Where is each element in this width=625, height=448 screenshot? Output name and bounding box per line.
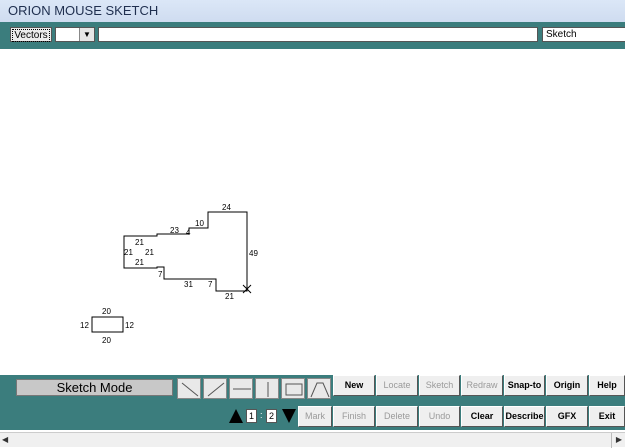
dim-label: 23 <box>170 226 179 235</box>
sketch-rectangle <box>91 316 124 333</box>
dim-label: 20 <box>102 336 111 345</box>
toolbar-edit: 1 : 2 Mark Finish Delete Undo Clear Desc… <box>0 402 625 430</box>
rectangle-button[interactable] <box>281 378 305 399</box>
horizontal-line-icon <box>233 388 251 390</box>
mode-label: Sketch Mode <box>16 379 173 396</box>
horizontal-line-button[interactable] <box>229 378 253 399</box>
sketch-button[interactable]: Sketch <box>419 375 460 396</box>
describe-button[interactable]: Describe <box>504 406 545 427</box>
peak-button[interactable] <box>307 378 331 399</box>
mark-button[interactable]: Mark <box>298 406 332 427</box>
dim-label: 21 <box>135 238 144 247</box>
command-input[interactable] <box>98 27 538 42</box>
toolbar-sketch: Sketch Mode New Locate Sketch Redraw Sna… <box>0 375 625 402</box>
vertical-line-button[interactable] <box>255 378 279 399</box>
sketch-canvas[interactable]: 24 49 23 4 10 21 21 21 21 7 31 7 21 20 1… <box>0 49 625 375</box>
page-down-icon[interactable] <box>282 409 296 423</box>
top-toolbar: Vectors ▼ Sketch <box>0 22 625 49</box>
dim-label: 10 <box>195 219 204 228</box>
dim-label: 7 <box>208 280 213 289</box>
diagonal-down-line-button[interactable] <box>177 378 201 399</box>
undo-button[interactable]: Undo <box>419 406 460 427</box>
origin-button[interactable]: Origin <box>546 375 588 396</box>
dim-label: 12 <box>125 321 134 330</box>
peak-icon <box>310 382 330 398</box>
mode-field: Sketch <box>542 27 625 42</box>
new-button[interactable]: New <box>333 375 375 396</box>
rectangle-icon <box>285 383 303 396</box>
delete-button[interactable]: Delete <box>376 406 418 427</box>
snap-to-button[interactable]: Snap-to <box>504 375 545 396</box>
scrollbar-divider <box>611 433 612 448</box>
page-b-field[interactable]: 2 <box>266 409 277 423</box>
exit-button[interactable]: Exit <box>589 406 625 427</box>
dim-label: 31 <box>184 280 193 289</box>
dim-label: 21 <box>124 248 133 257</box>
diagonal-up-line-button[interactable] <box>203 378 227 399</box>
vectors-button-label: Vectors <box>12 29 50 42</box>
scroll-left-icon[interactable]: ◀ <box>2 435 8 444</box>
chevron-down-icon[interactable]: ▼ <box>79 28 94 41</box>
vertical-line-icon <box>267 382 269 397</box>
redraw-button[interactable]: Redraw <box>461 375 503 396</box>
gfx-button[interactable]: GFX <box>546 406 588 427</box>
page-separator: : <box>260 410 263 420</box>
vectors-button[interactable]: Vectors <box>10 27 52 42</box>
dim-label: 21 <box>225 292 234 301</box>
dim-label: 24 <box>222 203 231 212</box>
dim-label: 20 <box>102 307 111 316</box>
locate-button[interactable]: Locate <box>376 375 418 396</box>
dim-label: 21 <box>135 258 144 267</box>
diagonal-up-line-icon <box>207 382 225 397</box>
finish-button[interactable]: Finish <box>333 406 375 427</box>
diagonal-down-line-icon <box>181 382 199 397</box>
dim-label: 4 <box>186 228 191 237</box>
horizontal-scrollbar[interactable]: ◀ ▶ <box>0 432 625 448</box>
dim-label: 49 <box>249 249 258 258</box>
sketch-drawing: 24 49 23 4 10 21 21 21 21 7 31 7 21 20 1… <box>80 203 258 345</box>
help-button[interactable]: Help <box>589 375 625 396</box>
vector-type-dropdown[interactable]: ▼ <box>55 27 95 42</box>
dim-label: 21 <box>145 248 154 257</box>
page-a-field[interactable]: 1 <box>246 409 257 423</box>
scroll-right-icon[interactable]: ▶ <box>616 435 622 444</box>
clear-button[interactable]: Clear <box>461 406 503 427</box>
page-up-icon[interactable] <box>229 409 243 423</box>
dim-label: 7 <box>158 270 163 279</box>
window-title: ORION MOUSE SKETCH <box>0 0 625 22</box>
dim-label: 12 <box>80 321 89 330</box>
